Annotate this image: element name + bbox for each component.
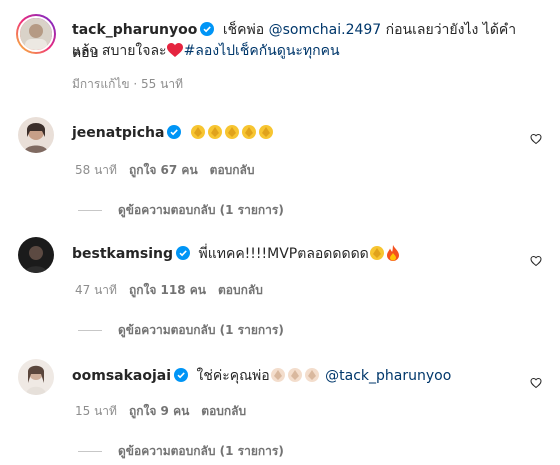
clap-emoji	[224, 124, 240, 147]
view-replies-button[interactable]: ดูข้อความตอบกลับ (1 รายการ)	[78, 443, 284, 459]
comment-avatar[interactable]	[18, 237, 54, 273]
clap-emoji	[270, 367, 286, 390]
comment-time: 15 นาที	[75, 404, 117, 418]
comment-avatar[interactable]	[18, 359, 54, 395]
comment-meta: 47 นาที ถูกใจ 118 คน ตอบกลับ	[75, 282, 263, 298]
comment-likes[interactable]: ถูกใจ 9 คน	[129, 404, 189, 418]
comment-text: พี่แทคค!!!!MVPตลอดดดดด	[198, 246, 369, 262]
caption-meta: มีการแก้ไข · 55 นาที	[72, 77, 183, 91]
comment-line: bestkamsing พี่แทคค!!!!MVPตลอดดดดด	[72, 244, 401, 268]
caption-username[interactable]: tack_pharunyoo	[72, 22, 197, 38]
comment-line: oomsakaojai ใช่ค่ะคุณพ่อ @tack_pharunyoo	[72, 366, 451, 390]
reply-button[interactable]: ตอบกลับ	[218, 283, 263, 297]
reply-button[interactable]: ตอบกลับ	[201, 404, 246, 418]
comment-time: 58 นาที	[75, 163, 117, 177]
comment-time: 47 นาที	[75, 283, 117, 297]
comment-meta: 15 นาที ถูกใจ 9 คน ตอบกลับ	[75, 403, 246, 419]
comment-avatar[interactable]	[18, 117, 54, 153]
clap-emoji	[369, 245, 385, 268]
caption-avatar[interactable]	[16, 14, 56, 54]
clap-emoji	[287, 367, 303, 390]
comment-username[interactable]: jeenatpicha	[72, 125, 164, 141]
clap-emoji	[258, 124, 274, 147]
heart-icon[interactable]	[530, 130, 542, 149]
view-replies-label: ดูข้อความตอบกลับ (1 รายการ)	[118, 444, 284, 458]
clap-emoji	[190, 124, 206, 147]
fire-emoji	[386, 245, 400, 268]
caption-line-2: แล้ว สบายใจละ #ลองไปเช็คกันดูนะทุกคน	[72, 41, 542, 65]
red-heart-emoji	[166, 43, 183, 65]
clap-emoji	[304, 367, 320, 390]
caption-text-before: เช็คพ่อ	[222, 22, 269, 38]
verified-badge-icon	[174, 368, 189, 389]
view-replies-label: ดูข้อความตอบกลับ (1 รายการ)	[118, 323, 284, 337]
reply-button[interactable]: ตอบกลับ	[210, 163, 255, 177]
comment-likes[interactable]: ถูกใจ 118 คน	[129, 283, 206, 297]
verified-badge-icon	[176, 246, 191, 267]
replies-divider	[78, 451, 102, 452]
caption-text-line2: แล้ว สบายใจละ	[72, 43, 167, 59]
comment-username[interactable]: oomsakaojai	[72, 368, 171, 384]
replies-divider	[78, 330, 102, 331]
view-replies-button[interactable]: ดูข้อความตอบกลับ (1 รายการ)	[78, 202, 284, 218]
caption-mention[interactable]: @somchai.2497	[269, 22, 382, 38]
comment-username[interactable]: bestkamsing	[72, 246, 173, 262]
comment-mention[interactable]: @tack_pharunyoo	[325, 368, 451, 384]
caption-hashtag[interactable]: #ลองไปเช็คกันดูนะทุกคน	[184, 43, 340, 59]
comment-line: jeenatpicha	[72, 123, 275, 147]
verified-badge-icon	[200, 22, 215, 43]
heart-icon[interactable]	[530, 252, 542, 271]
comment-text: ใช่ค่ะคุณพ่อ	[196, 368, 270, 384]
verified-badge-icon	[167, 125, 182, 146]
view-replies-label: ดูข้อความตอบกลับ (1 รายการ)	[118, 203, 284, 217]
view-replies-button[interactable]: ดูข้อความตอบกลับ (1 รายการ)	[78, 322, 284, 338]
clap-emoji	[207, 124, 223, 147]
clap-emoji	[241, 124, 257, 147]
comment-meta: 58 นาที ถูกใจ 67 คน ตอบกลับ	[75, 162, 255, 178]
heart-icon[interactable]	[530, 374, 542, 393]
replies-divider	[78, 210, 102, 211]
comment-likes[interactable]: ถูกใจ 67 คน	[129, 163, 198, 177]
